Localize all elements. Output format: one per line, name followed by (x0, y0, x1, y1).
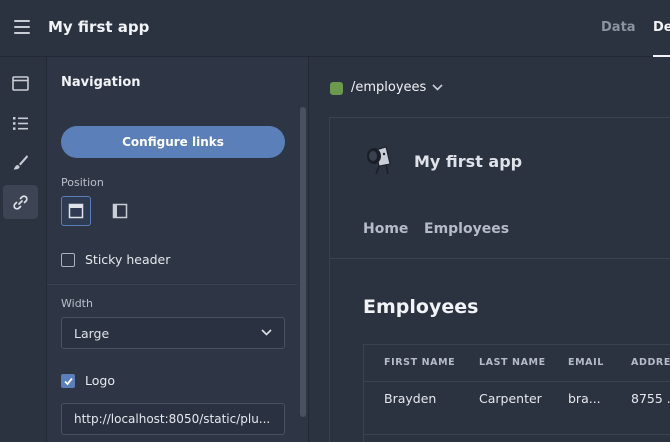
logo-url-value: http://localhost:8050/static/plu... (74, 412, 271, 426)
navigation-panel: Navigation Configure links Position Stic… (47, 57, 309, 442)
chevron-down-icon (261, 329, 272, 336)
menu-icon[interactable] (14, 20, 30, 34)
page-heading: Employees (363, 296, 479, 318)
position-side-button[interactable] (105, 196, 135, 226)
top-bar: My first app Data De (0, 0, 670, 57)
icon-rail (0, 57, 47, 442)
position-label: Position (61, 176, 104, 189)
app-preview: My first app Home Employees Employees FI… (329, 117, 670, 442)
link-icon[interactable] (3, 185, 38, 219)
logo-url-input[interactable]: http://localhost:8050/static/plu... (61, 403, 285, 435)
layout-icon[interactable] (3, 66, 38, 100)
table-cell: bra... (568, 391, 601, 406)
table-cell: Brayden (384, 391, 437, 406)
layout-top-icon (68, 203, 84, 219)
route-path: /employees (351, 80, 427, 95)
position-top-button[interactable] (61, 196, 91, 226)
app-logo (367, 146, 391, 175)
layout-side-icon (112, 203, 128, 219)
width-label: Width (61, 297, 93, 310)
column-header[interactable]: EMAIL (568, 357, 604, 368)
route-status-indicator (330, 82, 343, 95)
width-select[interactable]: Large (61, 317, 285, 349)
route-selector[interactable]: /employees (310, 57, 670, 117)
panel-scrollbar[interactable] (300, 107, 306, 417)
tab-design[interactable]: De (653, 20, 670, 35)
sticky-header-checkbox[interactable] (61, 253, 75, 267)
tab-data[interactable]: Data (601, 20, 636, 35)
divider (47, 284, 297, 285)
app-title: My first app (48, 18, 150, 36)
logo-label: Logo (85, 373, 115, 388)
divider (330, 258, 670, 259)
sticky-header-label: Sticky header (85, 252, 171, 267)
preview-nav-employees[interactable]: Employees (424, 221, 509, 237)
column-header[interactable]: FIRST NAME (384, 357, 455, 368)
check-icon (63, 377, 73, 385)
list-icon[interactable] (3, 106, 38, 140)
preview-nav-home[interactable]: Home (363, 221, 408, 237)
panel-title: Navigation (61, 75, 141, 90)
preview-app-title: My first app (414, 152, 523, 171)
table-header-row: FIRST NAME LAST NAME EMAIL ADDRES (364, 345, 670, 382)
configure-links-button[interactable]: Configure links (61, 126, 285, 158)
width-select-value: Large (74, 326, 110, 341)
table-cell: Carpenter (479, 391, 542, 406)
employees-table: FIRST NAME LAST NAME EMAIL ADDRES Brayde… (363, 344, 670, 442)
brush-icon[interactable] (3, 145, 38, 179)
divider (364, 434, 670, 435)
column-header[interactable]: LAST NAME (479, 357, 546, 368)
chevron-down-icon (432, 84, 443, 91)
logo-checkbox[interactable] (61, 374, 75, 388)
table-cell: 8755 ... (631, 391, 670, 406)
column-header[interactable]: ADDRES (631, 357, 670, 368)
